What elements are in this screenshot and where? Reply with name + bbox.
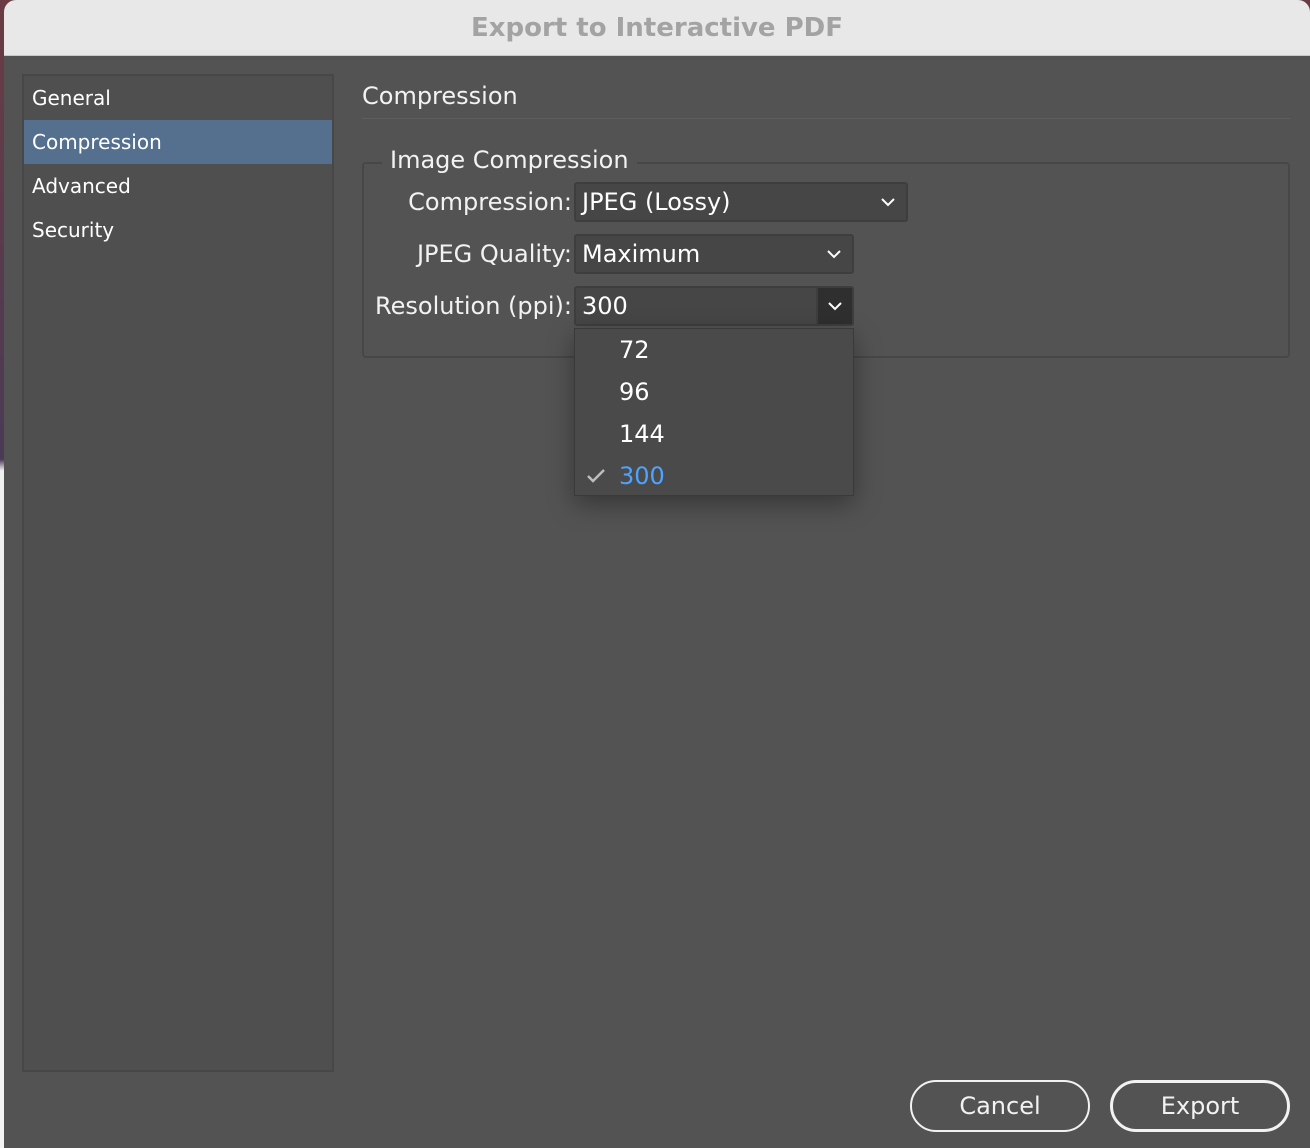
resolution-option-96[interactable]: 96 [575, 371, 853, 413]
dialog-titlebar[interactable]: Export to Interactive PDF [4, 0, 1310, 56]
sidebar-item-general[interactable]: General [24, 76, 332, 120]
dialog-title: Export to Interactive PDF [470, 12, 844, 43]
jpeg-quality-label: JPEG Quality: [416, 240, 572, 268]
section-divider [362, 118, 1290, 119]
resolution-option-144[interactable]: 144 [575, 413, 853, 455]
resolution-value: 300 [582, 292, 628, 320]
resolution-option-300[interactable]: 300 [575, 455, 853, 497]
resolution-label: Resolution (ppi): [375, 292, 572, 320]
chevron-down-icon [878, 184, 898, 220]
checkmark-icon [585, 455, 607, 497]
compression-select[interactable]: JPEG (Lossy) [574, 182, 908, 222]
export-dialog: Export to Interactive PDF General Compre… [4, 0, 1310, 1148]
chevron-down-icon[interactable] [816, 288, 852, 324]
compression-label: Compression: [408, 188, 572, 216]
section-title: Compression [362, 82, 518, 110]
export-button[interactable]: Export [1110, 1080, 1290, 1132]
compression-value: JPEG (Lossy) [582, 188, 731, 216]
chevron-down-icon [824, 236, 844, 272]
cancel-button[interactable]: Cancel [910, 1080, 1090, 1132]
group-legend: Image Compression [382, 146, 637, 174]
sidebar-item-compression[interactable]: Compression [24, 120, 332, 164]
sidebar-nav: General Compression Advanced Security [22, 74, 334, 1072]
resolution-dropdown-menu: 72 96 144 300 [574, 328, 854, 496]
resolution-option-72[interactable]: 72 [575, 329, 853, 371]
sidebar-item-security[interactable]: Security [24, 208, 332, 252]
jpeg-quality-select[interactable]: Maximum [574, 234, 854, 274]
jpeg-quality-value: Maximum [582, 240, 701, 268]
resolution-select[interactable]: 300 [574, 286, 854, 326]
resolution-option-label: 300 [619, 462, 665, 490]
sidebar-item-advanced[interactable]: Advanced [24, 164, 332, 208]
